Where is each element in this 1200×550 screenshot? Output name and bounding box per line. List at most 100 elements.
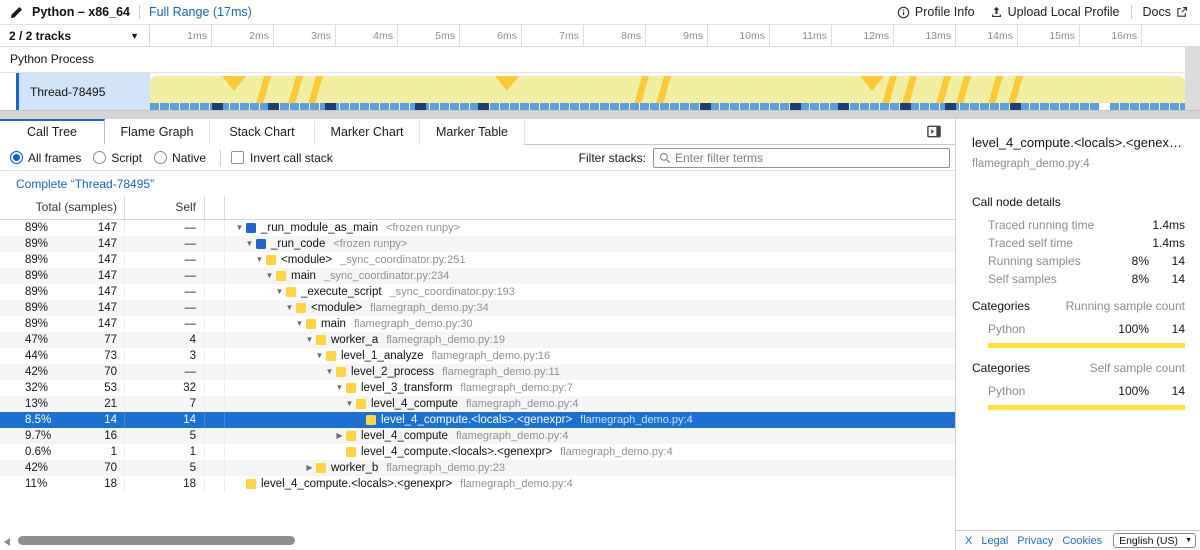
collapse-icon[interactable]: ▼ — [313, 348, 326, 364]
total-percent: 89% — [25, 284, 48, 300]
total-cell: 8.5%14 — [0, 412, 125, 428]
function-name: _execute_script — [301, 284, 382, 300]
invert-call-stack-checkbox[interactable] — [231, 151, 244, 164]
footer-link-x[interactable]: X — [965, 535, 972, 547]
call-tree-row[interactable]: 89%147—▼_run_code<frozen runpy> — [0, 236, 955, 252]
call-tree-settings: All framesScriptNative Invert call stack… — [0, 145, 955, 171]
spacer-cell — [205, 476, 225, 492]
collapse-icon[interactable]: ▼ — [243, 236, 256, 252]
tracks-dropdown[interactable]: 2 / 2 tracks ▼ — [0, 25, 150, 47]
docs-button[interactable]: Docs — [1143, 5, 1188, 19]
language-select[interactable]: English (US) ▼ — [1113, 533, 1196, 548]
call-tree-row[interactable]: 8.5%1414level_4_compute.<locals>.<genexp… — [0, 412, 955, 428]
total-cell: 89%147 — [0, 300, 125, 316]
thread-track-header[interactable]: Thread-78495 — [19, 73, 150, 110]
category-square — [276, 271, 286, 281]
scrollbar-thumb[interactable] — [18, 536, 295, 545]
tree-cell: ▼_execute_script_sync_coordinator.py:193 — [225, 284, 955, 300]
upload-label: Upload Local Profile — [1008, 5, 1120, 19]
call-tree-row[interactable]: 11%1818level_4_compute.<locals>.<genexpr… — [0, 476, 955, 492]
tree-cell: ▶worker_bflamegraph_demo.py:23 — [225, 460, 955, 476]
call-tree-row[interactable]: 32%5332▼level_3_transformflamegraph_demo… — [0, 380, 955, 396]
self-cell: — — [125, 316, 205, 332]
breadcrumb-root-button[interactable]: Complete “Thread-78495” — [16, 177, 154, 191]
footer-link-legal[interactable]: Legal — [981, 535, 1008, 547]
panel-splitter[interactable] — [0, 110, 1200, 119]
collapse-icon[interactable]: ▼ — [233, 220, 246, 236]
tab-call-tree[interactable]: Call Tree — [0, 119, 105, 145]
call-tree-row[interactable]: 9.7%165▶level_4_computeflamegraph_demo.p… — [0, 428, 955, 444]
footer-link-privacy[interactable]: Privacy — [1017, 535, 1053, 547]
collapse-icon[interactable]: ▼ — [303, 332, 316, 348]
call-tree-row[interactable]: 0.6%11level_4_compute.<locals>.<genexpr>… — [0, 444, 955, 460]
profile-name: Python – x86_64 — [32, 5, 130, 19]
source-location: flamegraph_demo.py:4 — [560, 444, 673, 460]
ruler-tick: 9ms — [646, 25, 708, 47]
tree-cell: ▼_run_module_as_main<frozen runpy> — [225, 220, 955, 236]
call-tree-row[interactable]: 42%70—▼level_2_processflamegraph_demo.py… — [0, 364, 955, 380]
full-range-button[interactable]: Full Range (17ms) — [149, 5, 252, 19]
detail-value: 14 — [1149, 273, 1185, 286]
thread-track[interactable]: Thread-78495 — [0, 73, 1185, 110]
total-count: 70 — [104, 364, 117, 380]
total-percent: 47% — [25, 332, 48, 348]
expand-icon[interactable]: ▶ — [303, 460, 316, 476]
total-count: 147 — [98, 252, 117, 268]
footer-link-cookies[interactable]: Cookies — [1062, 535, 1102, 547]
function-name: level_3_transform — [361, 380, 452, 396]
detail-percent: 8% — [1105, 255, 1149, 268]
call-tree-row[interactable]: 13%217▼level_4_computeflamegraph_demo.py… — [0, 396, 955, 412]
tab-flame-graph[interactable]: Flame Graph — [105, 119, 210, 145]
tab-marker-chart[interactable]: Marker Chart — [315, 119, 420, 145]
total-cell: 47%77 — [0, 332, 125, 348]
collapse-icon[interactable]: ▼ — [273, 284, 286, 300]
call-tree-row[interactable]: 89%147—▼<module>_sync_coordinator.py:251 — [0, 252, 955, 268]
total-percent: 89% — [25, 252, 48, 268]
analysis-panel: Call TreeFlame GraphStack ChartMarker Ch… — [0, 119, 955, 550]
profile-info-button[interactable]: Profile Info — [897, 5, 975, 19]
call-tree-row[interactable]: 89%147—▼mainflamegraph_demo.py:30 — [0, 316, 955, 332]
ruler-tick: 12ms — [832, 25, 894, 47]
radio-native[interactable]: Native — [154, 151, 206, 165]
collapse-icon[interactable]: ▼ — [293, 316, 306, 332]
horizontal-scrollbar[interactable] — [0, 535, 955, 547]
total-cell: 89%147 — [0, 316, 125, 332]
filter-area: Filter stacks: — [579, 148, 955, 168]
filter-stacks-input[interactable] — [671, 151, 949, 165]
collapse-icon[interactable]: ▼ — [323, 364, 336, 380]
radio-script[interactable]: Script — [93, 151, 142, 165]
tab-stack-chart[interactable]: Stack Chart — [210, 119, 315, 145]
thread-activity-graph[interactable] — [150, 73, 1185, 110]
tab-marker-table[interactable]: Marker Table — [420, 119, 525, 145]
call-tree-row[interactable]: 89%147—▼<module>flamegraph_demo.py:34 — [0, 300, 955, 316]
call-tree-row[interactable]: 89%147—▼main_sync_coordinator.py:234 — [0, 268, 955, 284]
radio-all-frames[interactable]: All frames — [10, 151, 81, 165]
self-cell: 18 — [125, 476, 205, 492]
category-square — [336, 367, 346, 377]
categories-label: Categories — [972, 362, 1030, 375]
collapse-icon[interactable]: ▼ — [263, 268, 276, 284]
sample-segment-dark — [415, 103, 426, 110]
call-tree-row[interactable]: 47%774▼worker_aflamegraph_demo.py:19 — [0, 332, 955, 348]
spacer-cell — [205, 444, 225, 460]
sample-segment-dark — [945, 103, 956, 110]
call-tree-row[interactable]: 44%733▼level_1_analyzeflamegraph_demo.py… — [0, 348, 955, 364]
column-header-self[interactable]: Self — [125, 196, 205, 219]
scroll-left-arrow-icon[interactable] — [4, 538, 10, 546]
collapse-icon[interactable]: ▼ — [333, 380, 346, 396]
call-tree-row[interactable]: 89%147—▼_run_module_as_main<frozen runpy… — [0, 220, 955, 236]
collapse-icon[interactable]: ▼ — [283, 300, 296, 316]
column-header-total[interactable]: Total (samples) — [0, 196, 125, 219]
expand-icon[interactable]: ▶ — [333, 428, 346, 444]
process-track-header[interactable]: Python Process — [0, 47, 1185, 73]
collapse-icon[interactable]: ▼ — [343, 396, 356, 412]
open-sidebar-icon[interactable] — [926, 124, 942, 142]
edit-pencil-icon[interactable] — [10, 6, 23, 19]
breadcrumb: Complete “Thread-78495” — [0, 171, 955, 196]
collapse-icon[interactable]: ▼ — [253, 252, 266, 268]
call-tree-row[interactable]: 89%147—▼_execute_script_sync_coordinator… — [0, 284, 955, 300]
call-tree-row[interactable]: 42%705▶worker_bflamegraph_demo.py:23 — [0, 460, 955, 476]
upload-profile-button[interactable]: Upload Local Profile — [990, 5, 1120, 19]
self-cell: 5 — [125, 428, 205, 444]
ruler-tick: 2ms — [212, 25, 274, 47]
